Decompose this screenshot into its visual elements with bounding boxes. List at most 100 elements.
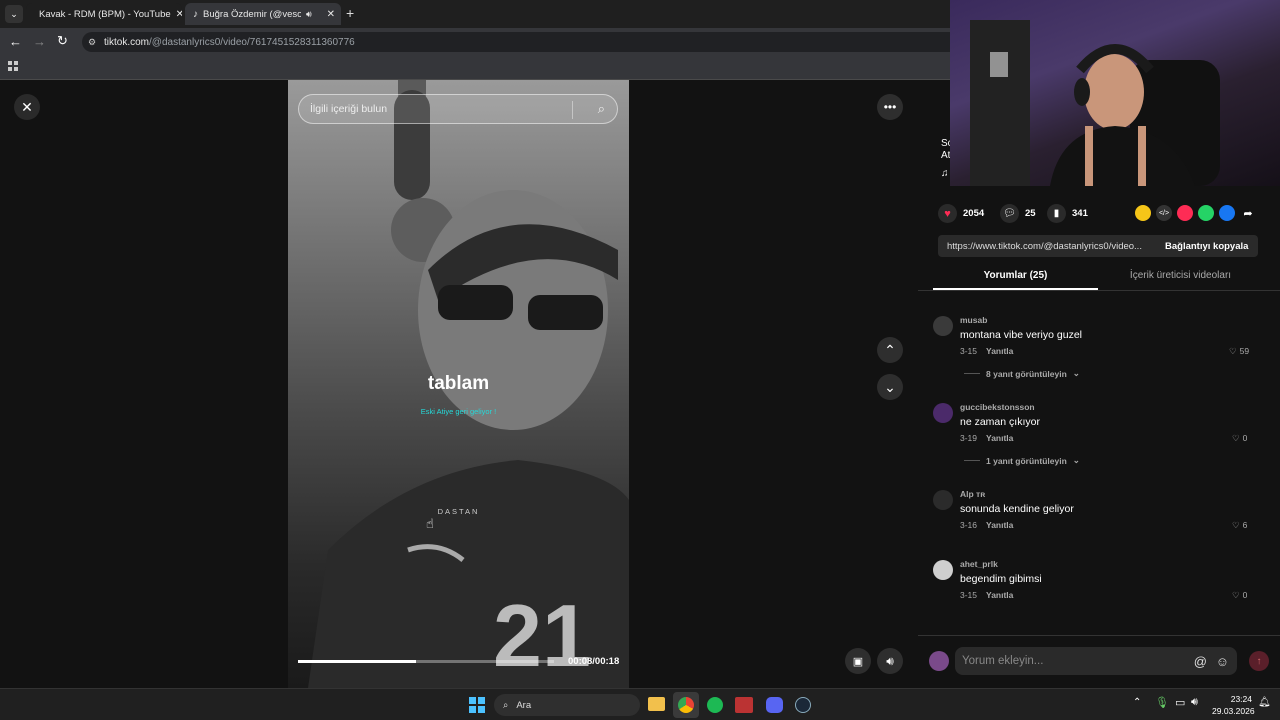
comment-icon: 💬︎: [1000, 204, 1019, 223]
close-tab-icon[interactable]: ✕: [327, 9, 335, 20]
clock-time[interactable]: 23:24: [1230, 694, 1252, 704]
discord-icon[interactable]: [766, 697, 783, 713]
site-info-icon[interactable]: ⚙︎: [88, 37, 96, 48]
close-video-button[interactable]: ✕: [14, 94, 40, 120]
webcam-scene: [970, 20, 1220, 186]
like-count: 2054: [963, 208, 985, 219]
video-player[interactable]: İlgili içeriği bulun ⌕ tablam Eski Atiye…: [288, 80, 629, 688]
steam-icon[interactable]: [795, 697, 811, 713]
tab-creator-label: İçerik üreticisi videoları: [1129, 270, 1232, 281]
facebook-icon[interactable]: [1219, 205, 1235, 221]
voicemeeter-icon[interactable]: [735, 697, 753, 713]
progress-fill: [298, 660, 416, 663]
back-icon[interactable]: ←: [9, 34, 22, 49]
reply-button[interactable]: Yanıtla: [986, 520, 1013, 530]
comment-date: 3-19: [960, 433, 978, 443]
comment-input-divider: [918, 635, 1280, 636]
comment-input[interactable]: Yorum ekleyin... @ ☺: [955, 647, 1237, 675]
caption-sub: Eski Atiye geri geliyor !: [420, 407, 497, 416]
avatar[interactable]: [933, 316, 953, 336]
comment-count-button[interactable]: 💬︎ 25: [1000, 204, 1036, 223]
whatsapp-icon[interactable]: [1198, 205, 1214, 221]
tab-youtube[interactable]: Kavak - RDM (BPM) - YouTube ✕: [26, 3, 182, 25]
speaker-icon[interactable]: 🔊︎: [306, 9, 312, 20]
view-replies[interactable]: 1 yanıt görüntüleyin ⌄: [964, 455, 1080, 466]
user-avatar: [929, 651, 949, 671]
comment-username[interactable]: guccibekstonsson: [960, 402, 1035, 412]
tab-comments[interactable]: Yorumlar (25): [933, 270, 1098, 290]
post-comment-button[interactable]: ↑: [1249, 651, 1269, 671]
file-explorer-icon[interactable]: [648, 697, 665, 711]
start-icon[interactable]: [469, 697, 485, 713]
clock-date[interactable]: 29.03.2026: [1212, 706, 1255, 716]
reply-button[interactable]: Yanıtla: [986, 590, 1013, 600]
volume-icon[interactable]: 🔊︎: [1191, 696, 1198, 709]
previous-video-button[interactable]: ⌃: [877, 337, 903, 363]
more-options-button[interactable]: •••: [877, 94, 903, 120]
comment-text: begendim gibimsi: [960, 573, 1042, 585]
apps-grid-icon[interactable]: [8, 61, 18, 71]
progress-track[interactable]: [298, 660, 554, 663]
caption-main: tablam: [427, 373, 490, 394]
comment-like[interactable]: ♡ 59: [1229, 346, 1249, 357]
comment-date: 3-15: [960, 590, 978, 600]
avatar[interactable]: [933, 490, 953, 510]
floating-player-button[interactable]: ▣: [845, 648, 871, 674]
new-tab-button[interactable]: +: [346, 5, 354, 21]
webcam-overlay: [950, 0, 1280, 186]
reply-button[interactable]: Yanıtla: [986, 433, 1013, 443]
replies-line: [964, 460, 980, 461]
reload-icon[interactable]: ↻: [57, 33, 68, 49]
save-button[interactable]: ▮ 341: [1047, 204, 1088, 223]
reply-button[interactable]: Yanıtla: [986, 346, 1013, 356]
network-icon[interactable]: ▭: [1175, 696, 1185, 709]
avatar[interactable]: [933, 403, 953, 423]
heart-outline-icon: ♡: [1232, 520, 1240, 530]
chrome-icon[interactable]: [673, 692, 699, 718]
video-time: 00:08/00:18: [568, 656, 620, 667]
video-link[interactable]: https://www.tiktok.com/@dastanlyrics0/vi…: [938, 241, 1162, 252]
send-icon[interactable]: [1177, 205, 1193, 221]
avatar[interactable]: [933, 560, 953, 580]
taskbar-search[interactable]: ⌕ Ara: [494, 694, 640, 716]
comment-username[interactable]: ahet_prlk: [960, 559, 998, 569]
share-icons: </> ➦: [1135, 205, 1256, 221]
tab-list-button[interactable]: ⌄: [5, 5, 23, 23]
comment-like[interactable]: ♡ 6: [1232, 520, 1247, 531]
chevron-down-icon: ⌄: [1072, 368, 1080, 378]
tab-tiktok[interactable]: ♪ Buğra Özdemir (@vesofps) 🔊︎ ✕: [185, 3, 341, 25]
tab-creator-videos[interactable]: İçerik üreticisi videoları: [1098, 270, 1263, 290]
tab-title: Buğra Özdemir (@vesofps): [203, 8, 301, 20]
comment-username[interactable]: musab: [960, 315, 987, 325]
mention-icon[interactable]: @: [1194, 654, 1207, 669]
next-video-button[interactable]: ⌄: [877, 374, 903, 400]
comment-username[interactable]: Alp ᴛʀ: [960, 489, 985, 499]
search-field[interactable]: İlgili içeriği bulun ⌕: [298, 94, 618, 124]
chevron-up-icon[interactable]: ⌃: [1133, 697, 1141, 708]
notification-icon[interactable]: 🔔︎: [1258, 697, 1271, 708]
close-tab-icon[interactable]: ✕: [176, 9, 182, 20]
cursor-icon: ☝︎: [426, 516, 434, 531]
microphone-icon[interactable]: 🎙︎: [1155, 696, 1169, 709]
view-replies[interactable]: 8 yanıt görüntüleyin ⌄: [964, 368, 1080, 379]
tab-comments-label: Yorumlar (25): [983, 270, 1048, 281]
url-field[interactable]: ⚙︎ tiktok.com/@dastanlyrics0/video/76174…: [82, 32, 962, 52]
heart-outline-icon: ♡: [1232, 433, 1240, 443]
spotify-icon[interactable]: [707, 697, 723, 713]
volume-button[interactable]: 🔊︎: [877, 648, 903, 674]
comment-date: 3-16: [960, 520, 978, 530]
forward-icon[interactable]: →: [33, 34, 46, 49]
replies-line: [964, 373, 980, 374]
repost-icon[interactable]: [1135, 205, 1151, 221]
share-arrow-icon[interactable]: ➦: [1240, 205, 1256, 221]
music-icon: ♫: [941, 168, 949, 179]
chevron-down-icon: ⌄: [1072, 455, 1080, 465]
comment-like[interactable]: ♡ 0: [1232, 590, 1247, 601]
copy-link-button[interactable]: Bağlantıyı kopyala: [1162, 241, 1248, 252]
view-replies-label: 8 yanıt görüntüleyin: [986, 368, 1067, 379]
search-icon[interactable]: ⌕: [598, 101, 605, 117]
emoji-icon[interactable]: ☺: [1216, 654, 1229, 669]
like-button[interactable]: ♥ 2054: [938, 204, 984, 223]
embed-icon[interactable]: </>: [1156, 205, 1172, 221]
comment-like[interactable]: ♡ 0: [1232, 433, 1247, 444]
